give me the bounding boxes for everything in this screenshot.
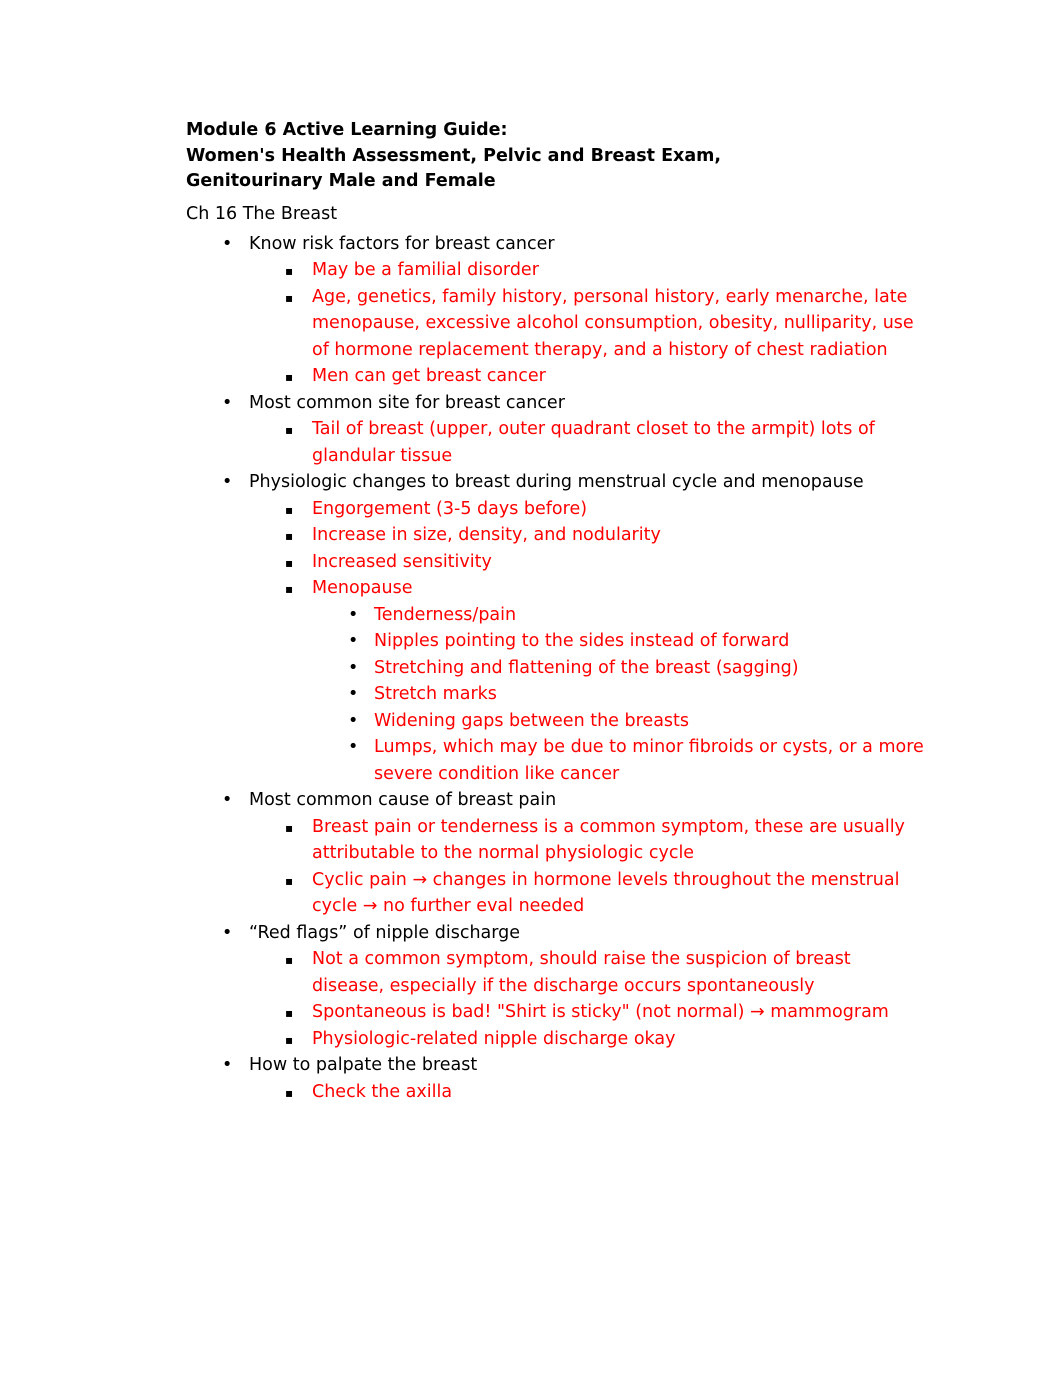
round-bullet-icon: • bbox=[222, 1055, 233, 1075]
square-bullet-icon: ▪ bbox=[285, 290, 294, 305]
outline-item-familial: ▪ May be a familial disorder bbox=[249, 257, 925, 284]
outline-item-increased-sensitivity: ▪ Increased sensitivity bbox=[249, 549, 925, 576]
square-bullet-icon: ▪ bbox=[285, 820, 294, 835]
document-title-line-1: Module 6 Active Learning Guide: bbox=[186, 120, 508, 140]
chapter-heading: Ch 16 The Breast bbox=[186, 203, 338, 224]
outline-item-engorgement: ▪ Engorgement (3-5 days before) bbox=[249, 496, 925, 523]
outline-sublist-level-2: ▪ Tail of breast (upper, outer quadrant c… bbox=[249, 416, 925, 469]
outline-item-text: Men can get breast cancer bbox=[312, 366, 546, 386]
round-bullet-icon: • bbox=[348, 604, 359, 625]
outline-item-text: Not a common symptom, should raise the s… bbox=[312, 949, 851, 996]
outline-item-risk-list: ▪ Age, genetics, family history, personal… bbox=[249, 284, 925, 364]
outline-item-text: Tenderness/pain bbox=[374, 604, 517, 625]
document-title-line-2: Women's Health Assessment, Pelvic and Br… bbox=[186, 145, 722, 166]
square-bullet-icon: ▪ bbox=[285, 502, 294, 517]
outline-item-text: Stretch marks bbox=[374, 684, 497, 704]
outline-item-text: Spontaneous is bad! "Shirt is sticky" (n… bbox=[312, 1002, 889, 1022]
round-bullet-icon: • bbox=[348, 710, 359, 731]
outline-item-stretching-flattening: • Stretching and flattening of the breast… bbox=[312, 655, 925, 682]
outline-sublist-level-2: ▪ May be a familial disorder ▪ Age, genetic… bbox=[249, 257, 925, 390]
outline-list: • Know risk factors for breast cancer ▪ May… bbox=[186, 231, 925, 1106]
outline-item-text: Tail of breast (upper, outer quadrant cl… bbox=[312, 419, 875, 466]
square-bullet-icon: ▪ bbox=[285, 953, 294, 967]
square-bullet-icon: ▪ bbox=[285, 555, 294, 570]
outline-item-red-flags-nipple-discharge: • “Red flags” of nipple discharge ▪ Not a c… bbox=[186, 920, 925, 1053]
round-bullet-icon: • bbox=[222, 922, 233, 943]
round-bullet-icon: • bbox=[222, 392, 233, 413]
outline-sublist-level-2: ▪ Check the axilla bbox=[249, 1079, 925, 1106]
outline-item-text: Menopause bbox=[312, 578, 413, 598]
outline-sublist-level-3: • Tenderness/pain • Nipples pointing to the… bbox=[312, 602, 925, 788]
outline-item-stretch-marks: • Stretch marks bbox=[312, 681, 925, 708]
document-title: Module 6 Active Learning Guide: Women's … bbox=[186, 118, 925, 195]
square-bullet-icon: ▪ bbox=[285, 423, 294, 437]
outline-item-text: Increased sensitivity bbox=[312, 551, 492, 572]
round-bullet-icon: • bbox=[222, 790, 233, 810]
outline-item-breast-pain-cause: • Most common cause of breast pain ▪ Breast… bbox=[186, 787, 925, 920]
outline-item-text: Increase in size, density, and nodularit… bbox=[312, 525, 661, 545]
outline-item-text: Engorgement (3-5 days before) bbox=[312, 498, 588, 519]
outline-item-text: Cyclic pain → changes in hormone levels … bbox=[312, 869, 900, 917]
outline-item-increase-size: ▪ Increase in size, density, and nodulari… bbox=[249, 522, 925, 549]
outline-item-tenderness-pain: • Tenderness/pain bbox=[312, 602, 925, 629]
outline-item-text: “Red flags” of nipple discharge bbox=[249, 922, 521, 943]
outline-item-tail-of-breast: ▪ Tail of breast (upper, outer quadrant c… bbox=[249, 416, 925, 469]
square-bullet-icon: ▪ bbox=[285, 529, 294, 543]
outline-item-text: Stretching and flattening of the breast … bbox=[374, 657, 799, 678]
outline-item-risk-factors: • Know risk factors for breast cancer ▪ May… bbox=[186, 231, 925, 390]
outline-item-text: Physiologic-related nipple discharge oka… bbox=[312, 1028, 676, 1049]
outline-sublist-level-2: ▪ Breast pain or tenderness is a common s… bbox=[249, 814, 925, 920]
outline-item-text: Breast pain or tenderness is a common sy… bbox=[312, 816, 905, 864]
outline-item-text: Widening gaps between the breasts bbox=[374, 710, 690, 731]
outline-item-menopause: ▪ Menopause • Tenderness/pain • Nipples point… bbox=[249, 575, 925, 787]
outline-item-breast-pain-common: ▪ Breast pain or tenderness is a common s… bbox=[249, 814, 925, 867]
document-title-line-3: Genitourinary Male and Female bbox=[186, 171, 496, 191]
round-bullet-icon: • bbox=[348, 631, 359, 651]
outline-item-check-axilla: ▪ Check the axilla bbox=[249, 1079, 925, 1106]
document-page: Module 6 Active Learning Guide: Women's … bbox=[0, 0, 1062, 1377]
square-bullet-icon: ▪ bbox=[285, 370, 294, 384]
outline-item-text: Most common site for breast cancer bbox=[249, 392, 565, 413]
outline-item-not-common-symptom: ▪ Not a common symptom, should raise the … bbox=[249, 946, 925, 999]
outline-item-spontaneous-bad: ▪ Spontaneous is bad! "Shirt is sticky" (… bbox=[249, 999, 925, 1026]
outline-item-widening-gaps: • Widening gaps between the breasts bbox=[312, 708, 925, 735]
square-bullet-icon: ▪ bbox=[285, 264, 294, 278]
square-bullet-icon: ▪ bbox=[285, 873, 294, 888]
outline-item-text: How to palpate the breast bbox=[249, 1055, 478, 1075]
round-bullet-icon: • bbox=[222, 233, 233, 254]
round-bullet-icon: • bbox=[222, 472, 233, 492]
outline-item-common-site: • Most common site for breast cancer ▪ Tail… bbox=[186, 390, 925, 470]
outline-item-nipples-sides: • Nipples pointing to the sides instead o… bbox=[312, 628, 925, 655]
outline-sublist-level-2: ▪ Not a common symptom, should raise the … bbox=[249, 946, 925, 1052]
outline-item-how-to-palpate: • How to palpate the breast ▪ Check the axi… bbox=[186, 1052, 925, 1105]
round-bullet-icon: • bbox=[348, 684, 359, 704]
outline-item-text: Lumps, which may be due to minor fibroid… bbox=[374, 737, 924, 784]
outline-item-men-breast-cancer: ▪ Men can get breast cancer bbox=[249, 363, 925, 390]
outline-item-lumps: • Lumps, which may be due to minor fibroi… bbox=[312, 734, 925, 787]
round-bullet-icon: • bbox=[348, 657, 359, 678]
outline-item-text: Know risk factors for breast cancer bbox=[249, 233, 555, 254]
round-bullet-icon: • bbox=[348, 737, 359, 757]
square-bullet-icon: ▪ bbox=[285, 1006, 294, 1020]
outline-item-physiologic-changes: • Physiologic changes to breast during me… bbox=[186, 469, 925, 787]
outline-item-text: Check the axilla bbox=[312, 1081, 453, 1102]
outline-item-text: Age, genetics, family history, personal … bbox=[312, 286, 914, 360]
square-bullet-icon: ▪ bbox=[285, 582, 294, 596]
square-bullet-icon: ▪ bbox=[285, 1085, 294, 1100]
outline-sublist-level-2: ▪ Engorgement (3-5 days before) ▪ Increase … bbox=[249, 496, 925, 788]
square-bullet-icon: ▪ bbox=[285, 1032, 294, 1047]
outline-item-text: May be a familial disorder bbox=[312, 260, 539, 280]
outline-item-physiologic-discharge-okay: ▪ Physiologic-related nipple discharge ok… bbox=[249, 1026, 925, 1053]
outline-item-text: Most common cause of breast pain bbox=[249, 790, 557, 810]
outline-item-text: Nipples pointing to the sides instead of… bbox=[374, 631, 790, 651]
outline-item-text: Physiologic changes to breast during men… bbox=[249, 472, 864, 492]
outline-item-cyclic-pain: ▪ Cyclic pain → changes in hormone levels… bbox=[249, 867, 925, 920]
